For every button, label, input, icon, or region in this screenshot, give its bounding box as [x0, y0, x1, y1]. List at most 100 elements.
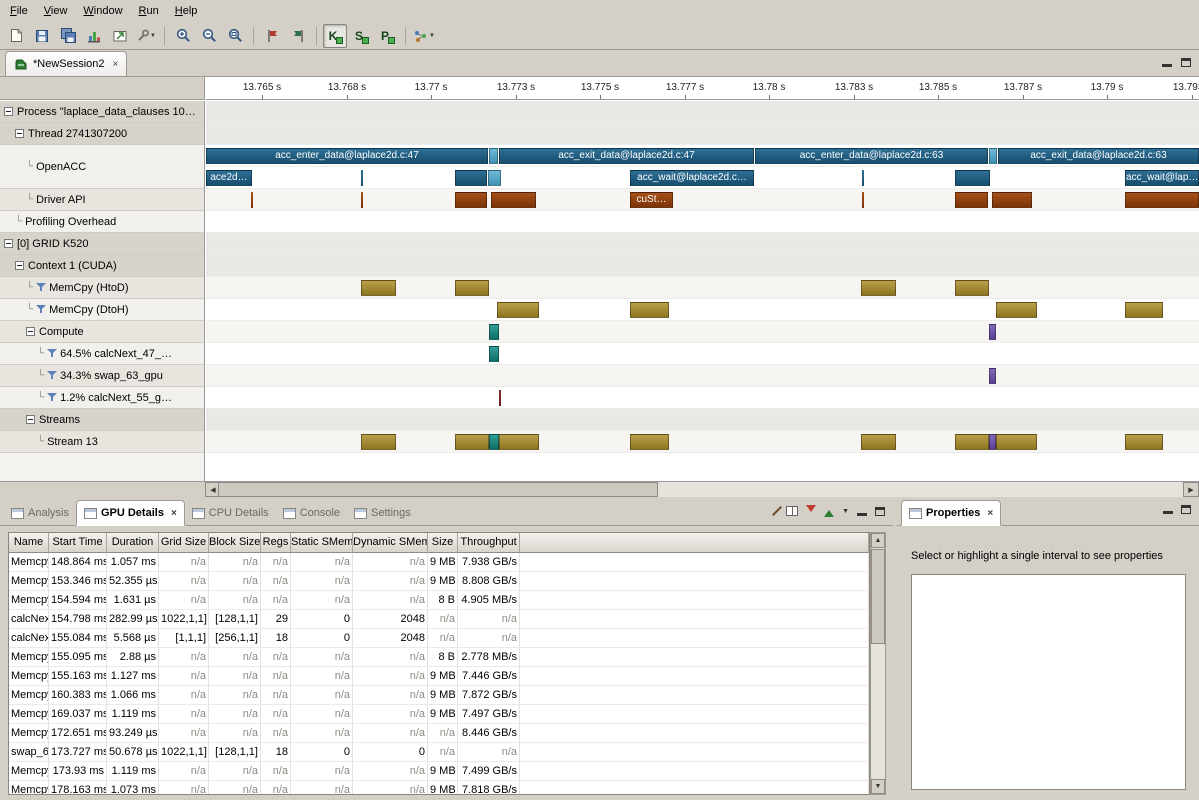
marker-forward-button[interactable] — [260, 24, 284, 48]
scroll-up-icon[interactable]: ▲ — [871, 533, 885, 548]
collapse-toggle-icon[interactable] — [26, 415, 35, 424]
column-header-dynamic-smem[interactable]: Dynamic SMem — [353, 533, 428, 553]
table-row[interactable]: Memcpy155.163 ms1.127 msn/an/an/an/an/a9… — [9, 667, 869, 686]
tab-settings[interactable]: Settings — [347, 501, 418, 525]
interval-bar[interactable] — [630, 302, 669, 318]
scrollbar-thumb[interactable] — [218, 482, 658, 497]
collapse-toggle-icon[interactable] — [26, 327, 35, 336]
interval-bar[interactable] — [361, 192, 363, 208]
tree-row-34-3-swap-63-gpu[interactable]: └34.3% swap_63_gpu — [0, 365, 204, 387]
toggle-p-button[interactable]: P — [375, 24, 399, 48]
tree-row-memcpy-htod[interactable]: └MemCpy (HtoD) — [0, 277, 204, 299]
collapse-toggle-icon[interactable] — [4, 239, 13, 248]
interval-bar[interactable] — [989, 324, 996, 340]
export-report-button[interactable] — [108, 24, 132, 48]
collapse-toggle-icon[interactable] — [4, 107, 13, 116]
interval-bar[interactable] — [989, 368, 996, 384]
tree-row-openacc[interactable]: └OpenACC — [0, 145, 204, 189]
maximize-icon[interactable] — [875, 507, 885, 516]
scroll-down-icon[interactable]: ▼ — [871, 779, 885, 794]
interval-bar[interactable] — [489, 148, 498, 164]
interval-bar[interactable] — [989, 148, 997, 164]
scrollbar-thumb[interactable] — [871, 549, 885, 644]
interval-bar[interactable] — [251, 192, 253, 208]
interval-bar[interactable] — [862, 192, 864, 208]
tree-row-thread-2741307200[interactable]: Thread 2741307200 — [0, 123, 204, 145]
interval-bar[interactable] — [861, 434, 896, 450]
column-header-throughput[interactable]: Throughput — [458, 533, 520, 553]
tree-row-stream-13[interactable]: └Stream 13 — [0, 431, 204, 453]
menu-file[interactable]: File — [2, 2, 36, 20]
interval-bar[interactable] — [361, 280, 396, 296]
interval-bar[interactable] — [1125, 434, 1163, 450]
menu-view[interactable]: View — [36, 2, 76, 20]
tree-row-driver-api[interactable]: └Driver API — [0, 189, 204, 211]
new-session-button[interactable] — [4, 24, 28, 48]
tree-row-context-1-cuda[interactable]: Context 1 (CUDA) — [0, 255, 204, 277]
column-header-duration[interactable]: Duration — [107, 533, 159, 553]
view-menu-icon[interactable]: ▼ — [842, 508, 849, 515]
interval-bar[interactable] — [361, 434, 396, 450]
interval-bar[interactable] — [861, 280, 896, 296]
interval-bar[interactable] — [996, 302, 1037, 318]
interval-bar[interactable] — [1125, 302, 1163, 318]
interval-bar[interactable] — [499, 390, 501, 406]
table-row[interactable]: Memcpy153.346 ms52.355 µsn/an/an/an/an/a… — [9, 572, 869, 591]
interval-bar[interactable] — [497, 302, 539, 318]
table-row[interactable]: Memcpy169.037 ms1.119 msn/an/an/an/an/a9… — [9, 705, 869, 724]
interval-bar[interactable] — [992, 192, 1032, 208]
minimize-icon[interactable] — [1162, 64, 1172, 67]
interval-bar[interactable] — [489, 434, 499, 450]
column-header-grid-size[interactable]: Grid Size — [159, 533, 209, 553]
table-row[interactable]: Memcpy173.93 ms1.119 msn/an/an/an/an/a9 … — [9, 762, 869, 781]
tree-row-streams[interactable]: Streams — [0, 409, 204, 431]
interval-bar[interactable] — [499, 434, 539, 450]
interval-bar[interactable] — [955, 192, 988, 208]
minimize-icon[interactable] — [857, 513, 867, 516]
table-row[interactable]: Memcpy155.095 ms2.88 µsn/an/an/an/an/a8 … — [9, 648, 869, 667]
chart-button[interactable] — [82, 24, 106, 48]
column-header-size[interactable]: Size — [428, 533, 458, 553]
tree-row-0-grid-k520[interactable]: [0] GRID K520 — [0, 233, 204, 255]
collapse-toggle-icon[interactable] — [15, 261, 24, 270]
zoom-out-button[interactable] — [197, 24, 221, 48]
tree-row-process-laplace-data-clauses-10[interactable]: Process "laplace_data_clauses 10… — [0, 101, 204, 123]
scroll-right-icon[interactable]: ▶ — [1183, 482, 1199, 497]
interval-bar[interactable] — [955, 280, 989, 296]
zoom-fit-button[interactable] — [223, 24, 247, 48]
interval-bar[interactable]: acc_enter_data@laplace2d.c:47 — [206, 148, 488, 164]
table-row[interactable]: swap_63_gpu173.727 ms50.678 µs1022,1,1][… — [9, 743, 869, 762]
column-header-start-time[interactable]: Start Time — [49, 533, 107, 553]
export-icon[interactable] — [824, 505, 834, 517]
tree-row-1-2-calcnext-55-g[interactable]: └1.2% calcNext_55_g… — [0, 387, 204, 409]
break-pencil-icon[interactable] — [776, 505, 778, 517]
close-icon[interactable]: × — [113, 59, 119, 70]
column-header-name[interactable]: Name — [9, 533, 49, 553]
table-row[interactable]: Memcpy154.594 ms1.631 µsn/an/an/an/an/a8… — [9, 591, 869, 610]
interval-bar[interactable]: acc_wait@lap… — [1125, 170, 1199, 186]
tab-properties[interactable]: Properties × — [901, 500, 1001, 526]
tools-dropdown-button[interactable]: ▼ — [134, 24, 158, 48]
close-icon[interactable]: × — [171, 508, 177, 519]
toggle-k-button[interactable]: K — [323, 24, 347, 48]
tree-row-memcpy-dtoh[interactable]: └MemCpy (DtoH) — [0, 299, 204, 321]
interval-bar[interactable] — [455, 434, 489, 450]
minimize-icon[interactable] — [1163, 511, 1173, 514]
marker-back-button[interactable] — [286, 24, 310, 48]
interval-bar[interactable]: cuSt… — [630, 192, 673, 208]
table-row[interactable]: calcNext_55_gpu155.084 ms5.568 µs[1,1,1]… — [9, 629, 869, 648]
table-row[interactable]: Memcpy160.383 ms1.066 msn/an/an/an/an/a9… — [9, 686, 869, 705]
interval-bar[interactable] — [455, 192, 487, 208]
tab-gpu-details[interactable]: GPU Details× — [76, 500, 185, 526]
layout-icon[interactable] — [786, 506, 798, 516]
tree-row-64-5-calcnext-47[interactable]: └64.5% calcNext_47_… — [0, 343, 204, 365]
interval-bar[interactable]: acc_exit_data@laplace2d.c:63 — [998, 148, 1199, 164]
interval-bar[interactable] — [955, 170, 990, 186]
interval-bar[interactable] — [491, 192, 536, 208]
interval-bar[interactable] — [455, 170, 487, 186]
menu-window[interactable]: Window — [75, 2, 130, 20]
table-vertical-scrollbar[interactable]: ▲ ▼ — [870, 532, 886, 795]
interval-bar[interactable]: acc_enter_data@laplace2d.c:63 — [755, 148, 988, 164]
interval-bar[interactable]: acc_exit_data@laplace2d.c:47 — [499, 148, 754, 164]
tab-newsession2[interactable]: *NewSession2 × — [5, 51, 127, 76]
